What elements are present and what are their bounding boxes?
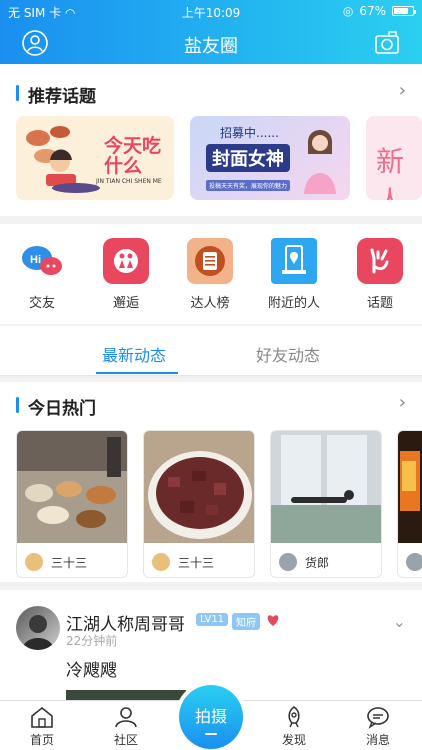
heart-badge-icon xyxy=(267,615,279,626)
topic-card[interactable]: 新人 xyxy=(366,116,422,200)
hot-card-user: 三十三 xyxy=(152,553,214,571)
shortcut-ranking[interactable]: 达人榜 xyxy=(168,238,252,311)
shortcut-label: 达人榜 xyxy=(190,296,230,311)
battery-percent: 67% xyxy=(359,4,386,18)
chat-badge-text: Hi xyxy=(30,254,41,266)
topic-card-subtitle: JIN TIAN CHI SHEN ME xyxy=(96,178,162,185)
chevron-right-icon[interactable]: › xyxy=(399,80,406,101)
topic-card-ribbon: 招募中...... xyxy=(220,126,279,140)
topic-card-title: 封面女神 xyxy=(206,144,290,172)
hot-card[interactable] xyxy=(397,430,422,578)
hot-card-username: 三十三 xyxy=(51,555,88,570)
couple-icon xyxy=(103,238,149,284)
hand-gesture-icon xyxy=(357,238,403,284)
rocket-icon xyxy=(288,706,300,728)
dinner-table-photo xyxy=(17,431,127,543)
community-icon xyxy=(115,707,137,728)
shortcut-grid: Hi 交友 邂逅 达人榜 附近的人 话题 xyxy=(0,224,422,324)
chevron-right-icon[interactable]: › xyxy=(399,392,406,413)
topic-card[interactable]: 今天吃什么 JIN TIAN CHI SHEN ME xyxy=(16,116,174,200)
shortcut-encounter[interactable]: 邂逅 xyxy=(84,238,168,311)
shoot-button[interactable]: 拍摄 xyxy=(179,685,243,749)
hot-card-user: 货郎 xyxy=(279,553,329,571)
shortcut-topics[interactable]: 话题 xyxy=(338,238,422,311)
nav-community[interactable]: 社区 xyxy=(96,705,156,748)
nav-messages-label: 消息 xyxy=(365,733,390,747)
battery-icon xyxy=(392,6,416,16)
hot-card[interactable]: 三十三 xyxy=(16,430,128,578)
tab-indicator xyxy=(96,372,178,374)
title-badge: 知府 xyxy=(232,613,260,630)
hot-title: 今日热门 xyxy=(16,394,96,419)
page-title: 盐友圈 xyxy=(184,36,238,57)
app-header: 无 SIM 卡 ◠ 上午10:09 ◎ 67% 盐友圈 xyxy=(0,0,422,64)
feed-post[interactable]: 江湖人称周哥哥 LV11 知府 22分钟前 ⌄ 冷飕飕 xyxy=(0,590,422,700)
tab-latest[interactable]: 最新动态 xyxy=(102,342,166,366)
chat-bubbles-icon: Hi xyxy=(19,238,65,284)
battery-area: ◎ 67% xyxy=(342,4,416,18)
avatar[interactable] xyxy=(16,606,60,650)
shortcut-label: 邂逅 xyxy=(112,296,139,311)
avatar xyxy=(25,553,43,571)
topics-section: 推荐话题 › 今天吃什么 JIN TIAN CHI SHEN ME 招募中...… xyxy=(0,64,422,216)
shortcut-label: 话题 xyxy=(366,296,393,311)
location-pin-icon xyxy=(271,238,317,284)
woman-illustration-icon xyxy=(304,130,336,194)
avatar xyxy=(152,553,170,571)
shortcut-label: 附近的人 xyxy=(267,296,320,311)
nav-community-label: 社区 xyxy=(113,733,138,747)
topic-card-title: 今天吃什么 xyxy=(104,135,162,177)
nav-home-label: 首页 xyxy=(29,733,54,747)
tab-friends[interactable]: 好友动态 xyxy=(256,342,320,366)
hot-section: 今日热门 › 三十三 三十三 货郎 xyxy=(0,382,422,582)
hot-card-user: 三十三 xyxy=(25,553,87,571)
fire-photo xyxy=(398,431,422,543)
message-icon xyxy=(367,707,389,729)
nav-discover[interactable]: 发现 xyxy=(264,705,324,748)
shoot-dash xyxy=(205,733,217,735)
topic-card-note: 投稿天天有奖，展现你的魅力 xyxy=(206,180,291,191)
hot-card-username: 三十三 xyxy=(178,555,215,570)
braised-beef-photo xyxy=(144,431,254,543)
topic-card[interactable]: 招募中...... 封面女神 投稿天天有奖，展现你的魅力 xyxy=(190,116,350,200)
home-icon xyxy=(31,706,53,728)
shoot-label: 拍摄 xyxy=(194,707,227,726)
camera-icon[interactable] xyxy=(374,30,400,56)
hot-card-username: 货郎 xyxy=(305,555,330,570)
list-board-icon xyxy=(187,238,233,284)
hot-card-user xyxy=(406,553,422,571)
hot-card[interactable]: 货郎 xyxy=(270,430,382,578)
feed-tabs: 最新动态 好友动态 xyxy=(0,326,422,376)
avatar xyxy=(406,553,422,571)
topics-title: 推荐话题 xyxy=(16,82,96,107)
fitness-photo xyxy=(271,431,381,543)
post-image-preview[interactable] xyxy=(66,690,186,700)
post-text: 冷飕飕 xyxy=(66,661,117,681)
avatar xyxy=(279,553,297,571)
shortcut-nearby[interactable]: 附近的人 xyxy=(252,238,336,311)
post-time: 22分钟前 xyxy=(66,634,118,648)
nav-home[interactable]: 首页 xyxy=(12,705,72,748)
shortcut-label: 交友 xyxy=(28,296,55,311)
nav-messages[interactable]: 消息 xyxy=(348,705,408,748)
level-badge: LV11 xyxy=(196,613,229,626)
topic-card-title: 新人 xyxy=(376,145,405,200)
nav-discover-label: 发现 xyxy=(281,733,306,747)
status-bar: 无 SIM 卡 ◠ 上午10:09 ◎ 67% xyxy=(0,0,422,22)
chevron-down-icon[interactable]: ⌄ xyxy=(393,612,406,631)
shortcut-friends[interactable]: Hi 交友 xyxy=(0,238,84,311)
orientation-lock-icon: ◎ xyxy=(342,4,354,18)
hot-card[interactable]: 三十三 xyxy=(143,430,255,578)
